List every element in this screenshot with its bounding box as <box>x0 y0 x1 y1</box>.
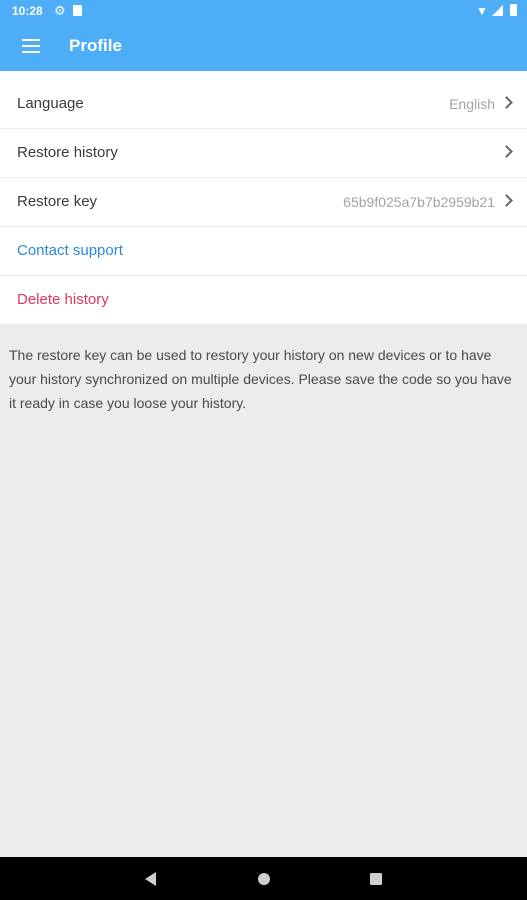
chevron-right-icon <box>500 96 513 109</box>
list-top-padding <box>0 71 527 80</box>
delete-history-button[interactable]: Delete history <box>17 291 109 308</box>
restore-history-row[interactable]: Restore history <box>0 129 527 178</box>
sd-card-icon <box>73 5 82 16</box>
battery-icon <box>510 4 517 16</box>
settings-gear-icon: ⚙ <box>54 3 66 18</box>
delete-history-row[interactable]: Delete history <box>0 276 527 324</box>
language-value: English <box>449 96 495 112</box>
language-label: Language <box>17 95 84 112</box>
wifi-icon: ▼ <box>476 4 488 18</box>
status-time: 10:28 <box>12 4 43 18</box>
home-icon[interactable] <box>258 873 270 885</box>
system-navigation-bar <box>0 857 527 900</box>
restore-history-label: Restore history <box>17 144 118 161</box>
recent-apps-icon[interactable] <box>370 873 382 885</box>
chevron-right-icon <box>500 194 513 207</box>
hamburger-menu-icon[interactable] <box>22 39 40 53</box>
chevron-right-icon <box>500 145 513 158</box>
status-bar: 10:28 ⚙ ▼ <box>0 0 527 22</box>
restore-key-label: Restore key <box>17 193 98 210</box>
contact-support-row[interactable]: Contact support <box>0 227 527 276</box>
signal-icon <box>492 5 503 16</box>
page-title: Profile <box>69 36 122 55</box>
contact-support-link[interactable]: Contact support <box>17 242 123 259</box>
restore-key-value: 65b9f025a7b7b2959b21 <box>343 194 495 210</box>
back-icon[interactable] <box>145 872 156 886</box>
top-app-bar: 10:28 ⚙ ▼ Profile <box>0 0 527 71</box>
restore-key-info-text: The restore key can be used to restory y… <box>9 347 512 411</box>
toolbar: Profile <box>0 22 527 71</box>
language-row[interactable]: Language English <box>0 80 527 129</box>
restore-key-row[interactable]: Restore key 65b9f025a7b7b2959b21 <box>0 178 527 227</box>
settings-list: Language English Restore history Restore… <box>0 80 527 324</box>
